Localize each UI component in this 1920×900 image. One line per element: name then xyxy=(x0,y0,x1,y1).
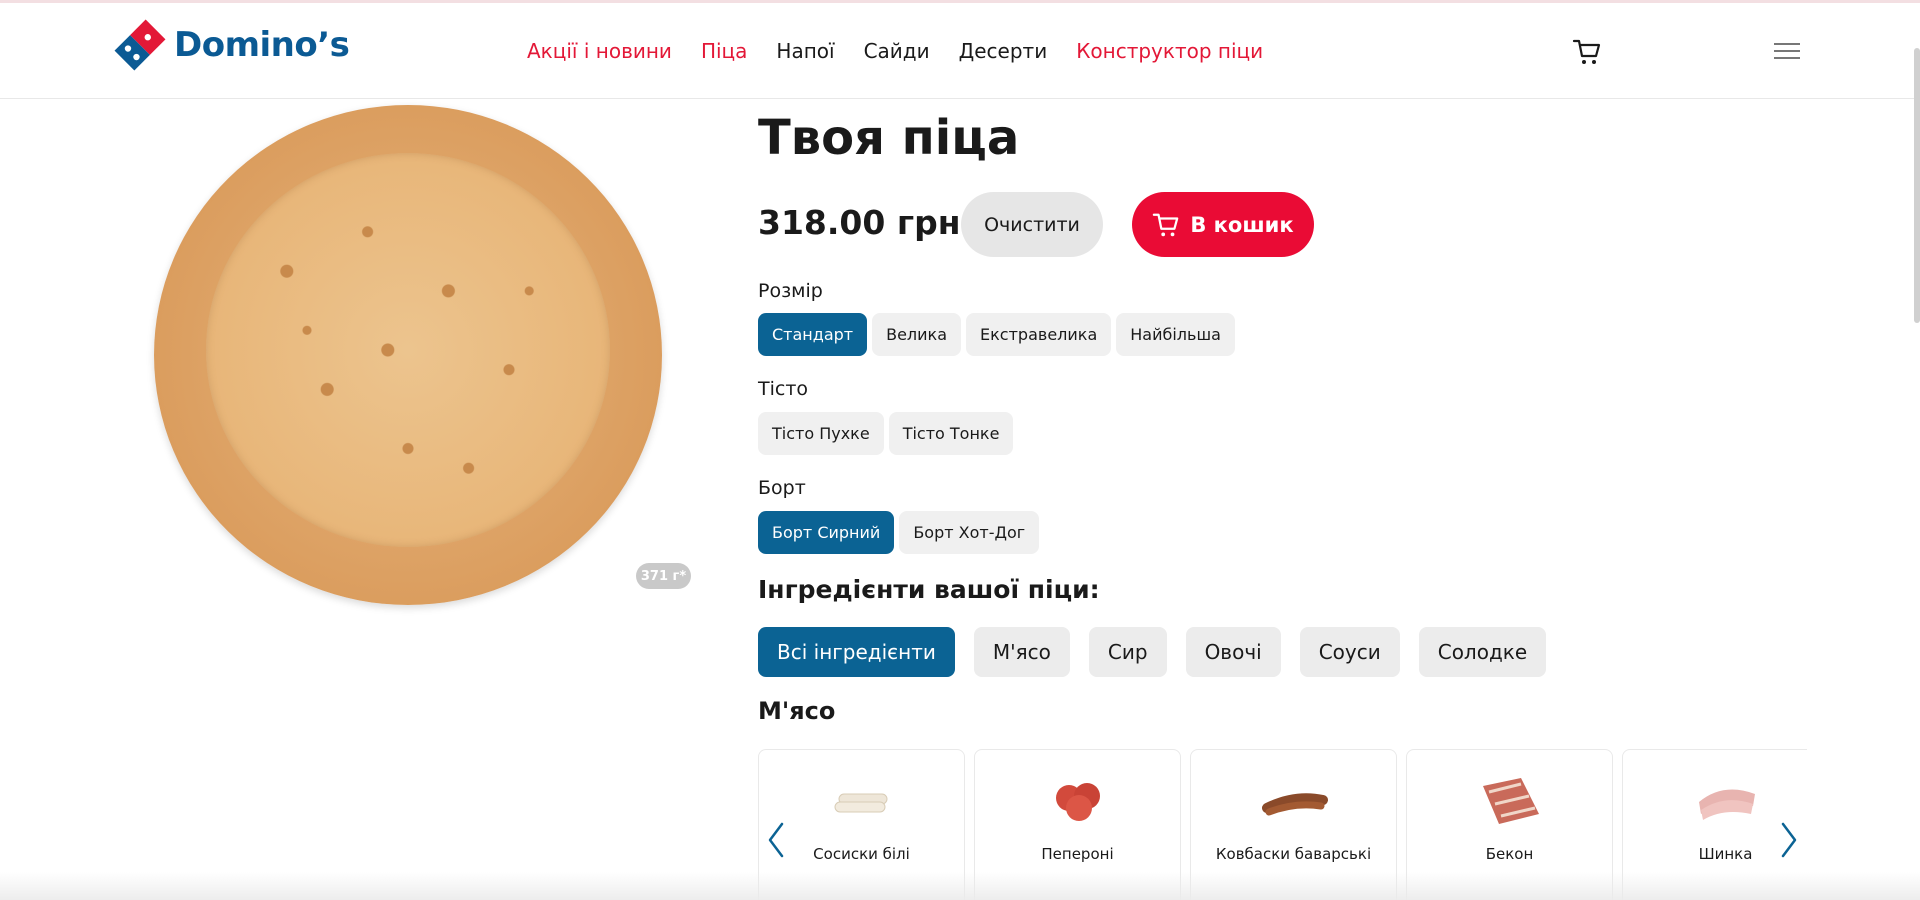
crust-label: Борт xyxy=(758,477,806,499)
add-to-cart-label: В кошик xyxy=(1190,212,1294,237)
size-option-extra-large[interactable]: Екстравелика xyxy=(966,313,1112,356)
ham-image xyxy=(1699,789,1755,820)
category-sauces[interactable]: Соуси xyxy=(1299,627,1400,677)
section-title-meat: М'ясо xyxy=(758,697,836,725)
ingredient-name: Ковбаски баварські xyxy=(1215,845,1372,863)
size-options: Стандарт Велика Екстравелика Найбільша xyxy=(758,313,1235,356)
ingredients-heading: Інгредієнти вашої піци: xyxy=(758,575,1100,604)
nav-item-pizza[interactable]: Піца xyxy=(701,39,747,63)
clear-button[interactable]: Очистити xyxy=(961,192,1103,257)
ingredient-name: Сосиски білі xyxy=(813,845,910,863)
page-title: Твоя піца xyxy=(758,110,1020,166)
nav-item-desserts[interactable]: Десерти xyxy=(959,39,1048,63)
size-option-standard[interactable]: Стандарт xyxy=(758,313,868,356)
crust-option-hot-dog[interactable]: Борт Хот-Дог xyxy=(899,511,1040,554)
nav-item-drinks[interactable]: Напої xyxy=(776,39,834,63)
dominos-logo-icon xyxy=(114,19,166,71)
product-price: 318.00 грн xyxy=(758,203,961,242)
ingredient-name: Бекон xyxy=(1485,845,1534,863)
cart-icon xyxy=(1153,213,1179,236)
carousel-prev-arrow-icon[interactable] xyxy=(764,820,788,860)
nav-item-promotions[interactable]: Акції і новини xyxy=(527,39,672,63)
ingredient-card[interactable]: Пепероні xyxy=(974,749,1181,900)
white-sausages-image xyxy=(834,793,888,813)
ingredient-carousel: Сосиски білі Пепероні Ковбаски баварські… xyxy=(758,749,1807,900)
main-nav: Акції і новини Піца Напої Сайди Десерти … xyxy=(527,39,1263,63)
add-to-cart-button[interactable]: В кошик xyxy=(1132,192,1314,257)
nav-item-sides[interactable]: Сайди xyxy=(864,39,930,63)
pepperoni-image xyxy=(1056,783,1100,821)
ingredient-name: Пепероні xyxy=(1041,845,1114,863)
crust-options: Борт Сирний Борт Хот-Дог xyxy=(758,511,1040,554)
site-header: Domino’s Акції і новини Піца Напої Сайди… xyxy=(0,3,1920,99)
page-scrollbar[interactable] xyxy=(1914,48,1920,323)
pizza-image xyxy=(150,103,665,608)
bavarian-sausages-image xyxy=(1262,793,1328,816)
bacon-image xyxy=(1483,778,1539,824)
logo-text: Domino’s xyxy=(174,25,350,65)
dough-option-thin[interactable]: Тісто Тонке xyxy=(888,412,1014,455)
dough-label: Тісто xyxy=(758,378,809,400)
weight-badge: 371 г* xyxy=(636,563,691,589)
ingredient-card[interactable]: Сосиски білі xyxy=(758,749,965,900)
category-meat[interactable]: М'ясо xyxy=(973,627,1070,677)
carousel-next-arrow-icon[interactable] xyxy=(1777,820,1801,860)
ingredient-categories: Всі інгредієнти М'ясо Сир Овочі Соуси Со… xyxy=(758,627,1547,677)
hamburger-menu-icon[interactable] xyxy=(1774,43,1800,61)
size-label: Розмір xyxy=(758,280,823,302)
crust-option-cheese[interactable]: Борт Сирний xyxy=(758,511,895,554)
size-option-large[interactable]: Велика xyxy=(872,313,962,356)
dough-options: Тісто Пухке Тісто Тонке xyxy=(758,412,1014,455)
ingredient-card[interactable]: Ковбаски баварські xyxy=(1190,749,1397,900)
category-cheese[interactable]: Сир xyxy=(1088,627,1167,677)
pizza-base xyxy=(206,153,610,547)
dominos-logo[interactable]: Domino’s xyxy=(114,15,350,75)
cart-icon[interactable] xyxy=(1572,37,1602,67)
category-sweet[interactable]: Солодке xyxy=(1418,627,1547,677)
ingredient-card[interactable]: Бекон xyxy=(1406,749,1613,900)
category-all[interactable]: Всі інгредієнти xyxy=(758,627,955,677)
size-option-largest[interactable]: Найбільша xyxy=(1116,313,1235,356)
nav-item-pizza-builder[interactable]: Конструктор піци xyxy=(1076,39,1263,63)
dough-option-fluffy[interactable]: Тісто Пухке xyxy=(758,412,884,455)
category-vegetables[interactable]: Овочі xyxy=(1185,627,1281,677)
